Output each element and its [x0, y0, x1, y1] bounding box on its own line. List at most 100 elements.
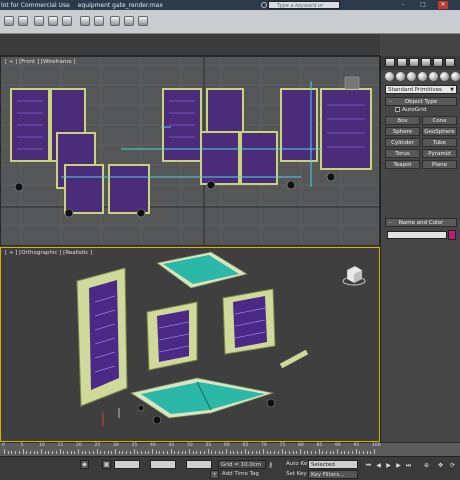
auto-key-button[interactable]: Auto Key [286, 461, 311, 467]
timeline-tick [144, 451, 146, 454]
hierarchy-tab-icon[interactable] [409, 58, 419, 67]
command-tabs [381, 56, 460, 70]
zoom-icon[interactable]: ⊕ [422, 461, 431, 470]
systems-icon[interactable] [451, 72, 460, 81]
name-color-rollout[interactable]: – Name and Color [385, 218, 457, 227]
search-input[interactable]: Type a keyword or phrase [268, 1, 340, 17]
select-link-icon[interactable] [34, 16, 44, 26]
autogrid-checkbox[interactable]: AutoGrid [395, 107, 426, 113]
timeline-tick [292, 451, 294, 454]
sphere-button[interactable]: Sphere [385, 127, 420, 136]
viewcube-icon[interactable] [342, 265, 366, 286]
timeline-tick [122, 451, 124, 454]
timeline-tick [222, 451, 224, 454]
time-tag-icon[interactable]: + [210, 470, 219, 479]
display-tab-icon[interactable] [433, 58, 443, 67]
timeline-tick [274, 451, 276, 454]
absolute-mode-icon[interactable]: ▣ [102, 460, 111, 469]
timeline-tick [288, 451, 290, 454]
object-color-swatch[interactable] [448, 230, 456, 240]
orthographic-viewport[interactable]: [ + ] [Orthographic ] [Realistic ] [0, 247, 380, 442]
timeline-tick [170, 449, 172, 454]
timeline-tick [214, 451, 216, 454]
bind-spacewarp-icon[interactable] [62, 16, 72, 26]
timeline-ruler[interactable]: 0 5 10 15 20 25 30 35 40 45 50 55 60 65 70 75 80 85 90 95 10… [0, 442, 460, 456]
object-type-rollout[interactable]: – Object Type [385, 97, 457, 106]
timeline-tick [44, 451, 46, 454]
close-button[interactable]: ✕ [438, 1, 448, 9]
torus-button[interactable]: Torus [385, 149, 420, 158]
pan-icon[interactable]: ✥ [436, 461, 445, 470]
cylinder-button[interactable]: Cylinder [385, 138, 420, 147]
cameras-icon[interactable] [418, 72, 427, 81]
search-icon [261, 2, 267, 8]
plane-button[interactable]: Plane [422, 160, 457, 169]
select-by-name-icon[interactable] [94, 16, 104, 26]
undo-icon[interactable] [4, 16, 14, 26]
add-time-tag-label[interactable]: Add Time Tag [222, 471, 259, 477]
object-type-title: Object Type [404, 99, 438, 105]
play-icon[interactable]: ▶ [384, 461, 393, 470]
tube-button[interactable]: Tube [422, 138, 457, 147]
cone-button[interactable]: Cone [422, 116, 457, 125]
key-icon: ⚷ [268, 461, 274, 469]
timeline-tick [11, 451, 13, 454]
modify-tab-icon[interactable] [397, 58, 407, 67]
create-category-icons [381, 71, 460, 83]
timeline-tick [96, 449, 98, 454]
minimize-button[interactable]: – [398, 1, 408, 9]
lock-selection-icon[interactable]: ◆ [80, 460, 89, 469]
motion-tab-icon[interactable] [421, 58, 431, 67]
timeline-frame-label: 45 [168, 443, 175, 448]
ortho-viewport-label[interactable]: [ + ] [Orthographic ] [Realistic ] [5, 250, 92, 256]
chevron-down-icon: ▼ [450, 87, 454, 93]
timeline-tick [285, 451, 287, 454]
z-coordinate-field[interactable] [186, 460, 212, 469]
next-frame-icon[interactable]: ▶ [394, 461, 403, 470]
helpers-icon[interactable] [429, 72, 438, 81]
goto-start-icon[interactable]: ⏮ [364, 461, 373, 470]
orbit-icon[interactable]: ⟳ [448, 461, 457, 470]
timeline-frame-label: 15 [57, 443, 64, 448]
key-filters-button[interactable]: Key Filters... [308, 470, 358, 479]
timeline-tick [374, 449, 375, 454]
primitive-type-dropdown[interactable]: Standard Primitives ▼ [385, 85, 457, 94]
goto-end-icon[interactable]: ⏭ [404, 461, 413, 470]
scale-icon[interactable] [138, 16, 148, 26]
timeline-tick [133, 449, 135, 454]
timeline-tick [270, 451, 272, 454]
timeline-tick [7, 451, 9, 454]
box-button[interactable]: Box [385, 116, 420, 125]
unlink-icon[interactable] [48, 16, 58, 26]
geometry-icon[interactable] [385, 72, 394, 81]
redo-icon[interactable] [18, 16, 28, 26]
y-coordinate-field[interactable] [150, 460, 176, 469]
move-icon[interactable] [110, 16, 120, 26]
set-key-button[interactable]: Set Key [286, 471, 307, 477]
teapot-button[interactable]: Teapot [385, 160, 420, 169]
object-name-input[interactable] [387, 231, 447, 239]
selection-set-dropdown[interactable]: Selected [308, 460, 358, 469]
timeline-tick [115, 449, 116, 454]
front-viewport-label[interactable]: [ + ] [Front ] [Wireframe ] [5, 59, 76, 65]
geosphere-button[interactable]: GeoSphere [422, 127, 457, 136]
front-viewport[interactable]: [ + ] [Front ] [Wireframe ] [0, 56, 380, 246]
rotate-icon[interactable] [124, 16, 134, 26]
collapse-icon: – [389, 99, 392, 105]
spacewarps-icon[interactable] [440, 72, 449, 81]
timeline-tick [340, 451, 342, 454]
checkbox-icon[interactable] [395, 107, 400, 112]
timeline-tick [318, 449, 320, 454]
pyramid-button[interactable]: Pyramid [422, 149, 457, 158]
utilities-tab-icon[interactable] [445, 58, 455, 67]
timeline-tick [303, 451, 305, 454]
lights-icon[interactable] [407, 72, 416, 81]
x-coordinate-field[interactable] [114, 460, 140, 469]
timeline-tick [37, 451, 39, 454]
shapes-icon[interactable] [396, 72, 405, 81]
timeline-frame-label: 0 [2, 443, 5, 448]
create-tab-icon[interactable] [385, 58, 395, 67]
maximize-button[interactable]: □ [418, 1, 428, 9]
select-object-icon[interactable] [80, 16, 90, 26]
prev-frame-icon[interactable]: ◀ [374, 461, 383, 470]
